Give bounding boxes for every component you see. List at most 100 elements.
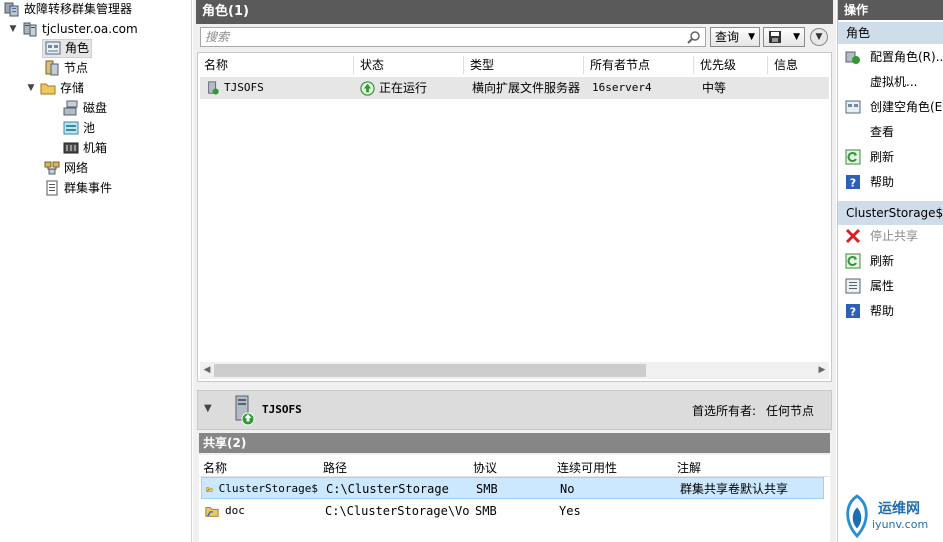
tree-item-label: 群集事件 (64, 181, 113, 195)
action-label: 创建空角色(E) (870, 100, 943, 114)
share-availability: No (560, 482, 575, 496)
action-label: 刷新 (870, 150, 895, 164)
save-query-button[interactable]: ▼ (763, 27, 805, 47)
tree-item-pools[interactable]: 池 (63, 118, 95, 138)
tree-root[interactable]: 故障转移群集管理器 (4, 0, 132, 19)
column-header-type[interactable]: 类型 (466, 56, 584, 74)
share-name: ClusterStorage$ (218, 482, 318, 495)
configure-role-action[interactable]: 配置角色(R)... (838, 45, 943, 69)
role-priority: 中等 (702, 81, 727, 95)
preferred-owner-label: 首选所有者: (692, 404, 757, 418)
refresh-action[interactable]: 刷新 (838, 249, 943, 273)
chevron-right-icon[interactable]: ▶ (815, 362, 829, 379)
action-label: 停止共享 (870, 229, 919, 243)
tree-item-label: 磁盘 (83, 101, 108, 115)
action-label: 属性 (870, 279, 895, 293)
share-remark: 群集共享卷默认共享 (680, 482, 789, 496)
virtual-machines-action[interactable]: 虚拟机... (838, 70, 943, 94)
cluster-icon (23, 22, 37, 37)
column-header-priority[interactable]: 优先级 (696, 56, 768, 74)
navigation-tree: 故障转移群集管理器 ▼ tjcluster.oa.com 角色 节点 ▼ 存储 … (0, 0, 192, 542)
search-icon[interactable] (687, 30, 701, 44)
save-icon (769, 31, 781, 43)
column-header-protocol[interactable]: 协议 (473, 457, 553, 479)
events-icon (46, 180, 58, 196)
watermark-title: 运维网 (878, 501, 920, 517)
tree-cluster[interactable]: ▼ tjcluster.oa.com (8, 19, 138, 39)
tree-item-label: 网络 (64, 161, 89, 175)
action-label: 查看 (870, 125, 895, 139)
help-action[interactable]: ? 帮助 (838, 170, 943, 194)
stop-icon (845, 228, 861, 244)
share-protocol: SMB (475, 504, 497, 518)
actions-section-roles[interactable]: 角色 (838, 22, 943, 44)
roles-grid: 名称 状态 类型 所有者节点 优先级 信息 TJSOFS 正在运行 横向扩展文件… (197, 52, 832, 382)
file-server-role-icon (208, 81, 219, 95)
view-action[interactable]: 查看 (838, 120, 943, 144)
scrollbar-thumb[interactable] (214, 364, 646, 377)
refresh-action[interactable]: 刷新 (838, 145, 943, 169)
create-empty-role-action[interactable]: 创建空角色(E) (838, 95, 943, 119)
stop-sharing-action[interactable]: 停止共享 (838, 224, 943, 248)
help-action[interactable]: ? 帮助 (838, 299, 943, 323)
share-path: C:\ClusterStorage\Vo... (325, 504, 471, 518)
actions-section-share[interactable]: ClusterStorage$ (838, 201, 943, 225)
tree-item-events[interactable]: 群集事件 (44, 178, 112, 198)
svg-text:?: ? (850, 177, 856, 190)
query-label: 查询 (715, 30, 740, 44)
network-icon (44, 161, 60, 175)
chevron-down-icon[interactable]: ▼ (204, 403, 212, 414)
column-header-availability[interactable]: 连续可用性 (557, 457, 672, 479)
column-header-name[interactable]: 名称 (200, 56, 354, 74)
tree-item-nodes[interactable]: 节点 (44, 58, 88, 78)
chevron-down-icon[interactable]: ▼ (26, 78, 36, 98)
chevron-down-icon[interactable]: ▼ (8, 19, 18, 39)
toolbar: 搜索 查询 ▼ ▼ ▼ (196, 24, 833, 48)
table-row[interactable]: doc C:\ClusterStorage\Vo... SMB Yes (201, 500, 824, 522)
column-header-owner[interactable]: 所有者节点 (586, 56, 694, 74)
column-header-status[interactable]: 状态 (356, 56, 464, 74)
action-label: 虚拟机... (870, 75, 918, 89)
chevron-left-icon[interactable]: ◀ (200, 362, 214, 379)
horizontal-scrollbar[interactable]: ◀ ▶ (200, 362, 829, 379)
pool-icon (63, 121, 79, 135)
shares-grid: 名称 路径 协议 连续可用性 注解 ClusterStorage$ C:\Clu… (199, 455, 830, 542)
tree-item-networks[interactable]: 网络 (44, 158, 88, 178)
refresh-icon (845, 149, 861, 165)
search-input[interactable]: 搜索 (200, 27, 706, 47)
actions-header: 操作 (838, 0, 943, 20)
tree-item-label: 池 (83, 121, 96, 135)
tree-item-roles[interactable]: 角色 (42, 38, 93, 58)
chevron-down-icon: ▼ (793, 32, 800, 42)
tree-cluster-label: tjcluster.oa.com (42, 22, 138, 36)
svg-text:?: ? (850, 306, 856, 319)
search-placeholder: 搜索 (205, 30, 230, 44)
help-icon: ? (846, 304, 860, 319)
query-button[interactable]: 查询 ▼ (710, 27, 760, 47)
tree-item-enclosures[interactable]: 机箱 (63, 138, 107, 158)
configure-role-icon (845, 51, 860, 64)
column-header-info[interactable]: 信息 (770, 56, 828, 74)
tree-item-label: 存储 (60, 81, 85, 95)
column-header-name[interactable]: 名称 (203, 457, 318, 479)
enclosure-icon (63, 142, 79, 154)
tree-item-label: 节点 (64, 61, 89, 75)
running-status-icon (360, 80, 375, 96)
column-header-path[interactable]: 路径 (323, 457, 471, 479)
role-info (776, 77, 830, 99)
role-type: 横向扩展文件服务器 (472, 81, 581, 95)
table-row[interactable]: TJSOFS 正在运行 横向扩展文件服务器 16server4 中等 (200, 77, 829, 99)
tree-item-storage[interactable]: ▼ 存储 (26, 78, 84, 98)
table-row[interactable]: ClusterStorage$ C:\ClusterStorage SMB No… (201, 477, 824, 499)
role-owner: 16server4 (592, 81, 652, 94)
column-header-remark[interactable]: 注解 (677, 457, 817, 479)
role-name: TJSOFS (224, 81, 264, 94)
expand-collapse-button[interactable]: ▼ (810, 28, 828, 46)
create-empty-role-icon (845, 100, 861, 114)
action-label: 刷新 (870, 254, 895, 268)
properties-action[interactable]: 属性 (838, 274, 943, 298)
tree-item-disks[interactable]: 磁盘 (63, 98, 107, 118)
share-protocol: SMB (476, 482, 498, 496)
properties-icon (845, 278, 861, 294)
shared-folder-icon (206, 487, 213, 492)
